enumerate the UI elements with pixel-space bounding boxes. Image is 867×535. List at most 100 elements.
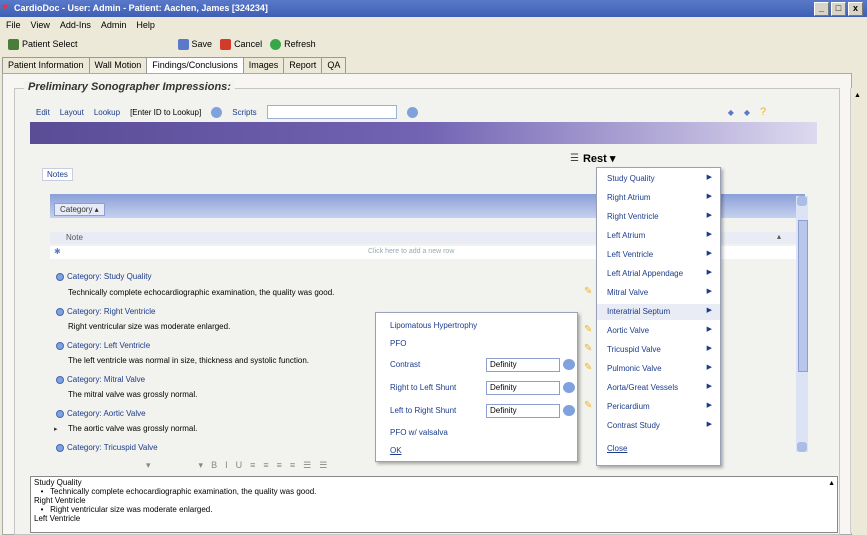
collapse-icon[interactable] <box>56 375 64 384</box>
collapse-icon[interactable] <box>56 443 64 452</box>
menu-item-pulmonic-valve[interactable]: Pulmonic Valve ▶ <box>597 361 720 377</box>
collapse-icon[interactable] <box>56 272 64 281</box>
menu-item-pericardium[interactable]: Pericardium ▶ <box>597 399 720 415</box>
bullet-list-icon[interactable]: ☰ <box>303 460 311 474</box>
menu-add-ins[interactable]: Add-Ins <box>60 20 91 30</box>
scripts-dropdown-icon[interactable] <box>406 106 418 118</box>
menu-item-right-atrium[interactable]: Right Atrium ▶ <box>597 190 720 206</box>
layout-menu[interactable]: Layout <box>60 108 84 117</box>
submenu-arrow-icon: ▶ <box>706 288 712 295</box>
grid-scrollbar[interactable] <box>796 196 808 452</box>
align-left-icon[interactable]: ≡ <box>250 460 255 474</box>
align-right-icon[interactable]: ≡ <box>277 460 282 474</box>
menu-item-left-atrial-appendage[interactable]: Left Atrial Appendage ▶ <box>597 266 720 282</box>
collapse-icon[interactable] <box>56 409 64 418</box>
close-button[interactable]: x <box>848 2 863 16</box>
menu-help[interactable]: Help <box>136 20 155 30</box>
maximize-button[interactable]: □ <box>831 2 846 16</box>
chevron-down-icon[interactable] <box>563 359 575 370</box>
new-row-hint: Click here to add a new row <box>368 248 455 255</box>
lr-shunt-select[interactable]: Definity <box>486 404 575 418</box>
save-button[interactable]: Save <box>174 37 217 52</box>
group-label: Category: Left Ventricle <box>67 341 151 350</box>
menu-item-label: Left Atrium <box>607 231 646 240</box>
menu-item-label: Left Atrial Appendage <box>607 269 684 278</box>
underline-button[interactable]: U <box>236 460 243 474</box>
page-scroll-up-icon[interactable]: ▲ <box>854 92 861 99</box>
menu-item-close[interactable]: Close <box>597 441 720 457</box>
scroll-thumb[interactable] <box>798 220 808 372</box>
menu-view[interactable]: View <box>31 20 50 30</box>
size-dropdown-icon[interactable]: ▾ <box>199 460 204 474</box>
edit-menu[interactable]: Edit <box>36 108 50 117</box>
text-line: • Right ventricular size was moderate en… <box>34 505 213 514</box>
ok-button[interactable]: OK <box>390 446 402 455</box>
rest-menu-button[interactable]: ☰ Rest ▾ <box>570 150 615 166</box>
menu-item-study-quality[interactable]: Study Quality ▶ <box>597 171 720 187</box>
contrast-label: Contrast <box>390 360 421 369</box>
menu-item-contrast-study[interactable]: Contrast Study ▶ <box>597 418 720 434</box>
menu-item-aorta-great-vessels[interactable]: Aorta/Great Vessels ▶ <box>597 380 720 396</box>
numbered-list-icon[interactable]: ☰ <box>319 460 327 474</box>
lookup-input[interactable]: [Enter ID to Lookup] <box>130 108 201 117</box>
table-row[interactable]: Technically complete echocardiographic e… <box>68 288 638 301</box>
tab-patient-information[interactable]: Patient Information <box>2 57 90 74</box>
tab-wall-motion[interactable]: Wall Motion <box>88 57 148 74</box>
report-text-editor[interactable]: Study Quality • Technically complete ech… <box>30 476 838 533</box>
refresh-button[interactable]: Refresh <box>266 37 320 52</box>
group-by-category[interactable]: Category ▴ <box>54 203 105 216</box>
menu-item-tricuspid-valve[interactable]: Tricuspid Valve ▶ <box>597 342 720 358</box>
menu-item-label: Right Atrium <box>607 193 651 202</box>
menu-item-interatrial-septum[interactable]: Interatrial Septum ▶ <box>597 304 720 320</box>
help-icon[interactable]: ? <box>760 106 766 118</box>
menu-item-label: Left Ventricle <box>607 250 654 259</box>
contrast-select[interactable]: Definity <box>486 358 575 372</box>
menu-item-left-atrium[interactable]: Left Atrium ▶ <box>597 228 720 244</box>
scroll-up-icon[interactable] <box>797 196 807 206</box>
menu-file[interactable]: File <box>6 20 21 30</box>
submenu-pfo[interactable]: PFO <box>390 339 406 348</box>
italic-button[interactable]: I <box>225 460 228 474</box>
menu-item-aortic-valve[interactable]: Aortic Valve ▶ <box>597 323 720 339</box>
collapse-icon[interactable] <box>56 341 64 350</box>
submenu-arrow-icon: ▶ <box>706 250 712 257</box>
submenu-lipomatous-hypertrophy[interactable]: Lipomatous Hypertrophy <box>390 321 477 330</box>
nav-back-icon[interactable]: ◆ <box>728 108 734 117</box>
menu-item-right-ventricle[interactable]: Right Ventricle ▶ <box>597 209 720 225</box>
header-band <box>30 122 817 144</box>
scroll-down-icon[interactable] <box>797 442 807 452</box>
interatrial-septum-submenu: Lipomatous Hypertrophy PFO Contrast Defi… <box>375 312 578 462</box>
note-header-label: Note <box>66 233 83 242</box>
save-label: Save <box>191 39 213 49</box>
patient-select-button[interactable]: Patient Select <box>4 37 82 52</box>
nav-forward-icon[interactable]: ◆ <box>744 108 750 117</box>
bold-button[interactable]: B <box>211 460 217 474</box>
rl-shunt-select[interactable]: Definity <box>486 381 575 395</box>
minimize-button[interactable]: _ <box>814 2 829 16</box>
submenu-arrow-icon: ▶ <box>706 421 712 428</box>
tab-qa[interactable]: QA <box>321 57 347 74</box>
cancel-button[interactable]: Cancel <box>216 37 266 52</box>
tab-images[interactable]: Images <box>242 57 285 74</box>
scripts-combo[interactable] <box>266 105 397 119</box>
tab-findings-conclusions[interactable]: Findings/Conclusions <box>146 57 244 74</box>
menu-admin[interactable]: Admin <box>101 20 127 30</box>
menu-item-mitral-valve[interactable]: Mitral Valve ▶ <box>597 285 720 301</box>
menu-item-left-ventricle[interactable]: Left Ventricle ▶ <box>597 247 720 263</box>
submenu-pfo-valsalva[interactable]: PFO w/ valsalva <box>390 428 448 437</box>
align-center-icon[interactable]: ≡ <box>263 460 268 474</box>
chevron-down-icon[interactable] <box>563 405 575 416</box>
editor-scroll-up-icon[interactable]: ▲ <box>828 479 835 488</box>
group-row[interactable]: Category: Study Quality <box>56 270 636 283</box>
font-dropdown-icon[interactable]: ▾ <box>146 460 151 474</box>
tab-strip: Patient Information Wall Motion Findings… <box>2 57 347 74</box>
justify-icon[interactable]: ≡ <box>290 460 295 474</box>
tab-report[interactable]: Report <box>283 57 323 74</box>
chevron-down-icon[interactable] <box>563 382 575 393</box>
collapse-icon[interactable] <box>56 307 64 316</box>
scripts-label: Scripts <box>232 107 257 117</box>
text-line: • Technically complete echocardiographic… <box>34 487 317 496</box>
page-scrollbar[interactable]: ▲ <box>850 88 866 533</box>
notes-tab[interactable]: Notes <box>42 168 73 181</box>
lookup-go-icon[interactable] <box>211 106 223 118</box>
